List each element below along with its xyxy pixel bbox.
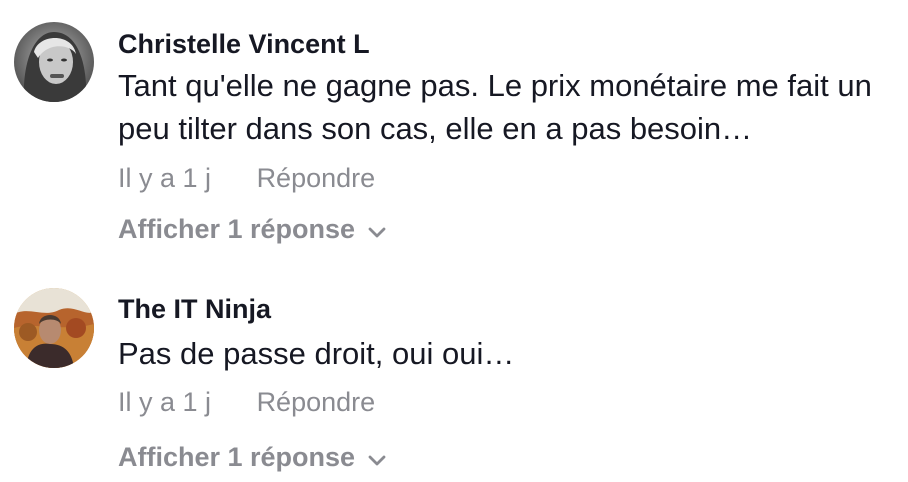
comment-meta: Il y a 1 j Répondre xyxy=(118,387,375,418)
reply-button[interactable]: Répondre xyxy=(257,163,376,194)
chevron-down-icon xyxy=(367,443,387,474)
user-avatar-photo-icon xyxy=(14,22,94,102)
view-replies-button[interactable]: Afficher 1 réponse xyxy=(118,442,387,474)
chevron-down-icon xyxy=(367,215,387,246)
comment-text: Pas de passe droit, oui oui… xyxy=(118,336,515,371)
comment-timestamp: Il y a 1 j xyxy=(118,387,212,417)
comment-username[interactable]: The IT Ninja xyxy=(118,294,271,325)
reply-button[interactable]: Répondre xyxy=(257,387,376,418)
comment-username[interactable]: Christelle Vincent L xyxy=(118,29,370,60)
view-replies-label: Afficher 1 réponse xyxy=(118,442,356,472)
user-avatar-photo-icon xyxy=(14,288,94,368)
avatar[interactable] xyxy=(14,288,94,368)
comment-timestamp: Il y a 1 j xyxy=(118,163,212,193)
view-replies-label: Afficher 1 réponse xyxy=(118,214,356,244)
comment-text: Tant qu'elle ne gagne pas. Le prix monét… xyxy=(118,68,872,146)
avatar[interactable] xyxy=(14,22,94,102)
view-replies-button[interactable]: Afficher 1 réponse xyxy=(118,214,387,246)
comment-meta: Il y a 1 j Répondre xyxy=(118,163,375,194)
